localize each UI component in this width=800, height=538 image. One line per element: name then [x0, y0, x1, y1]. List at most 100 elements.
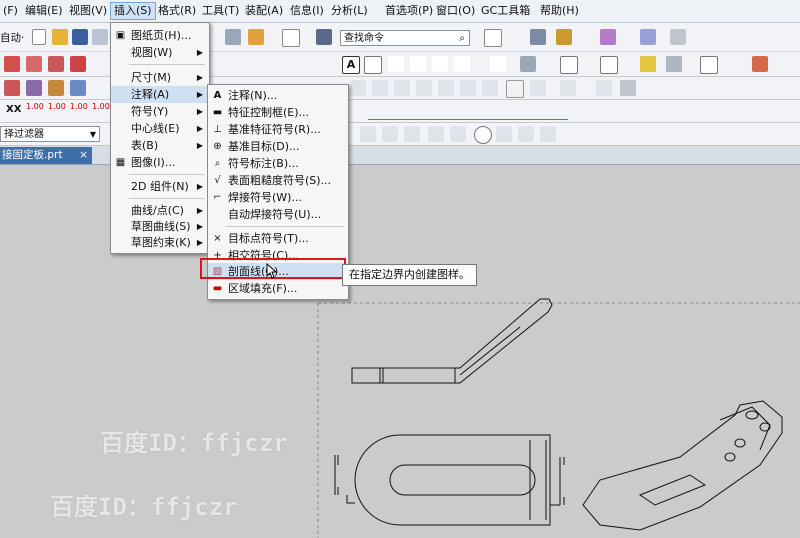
measure-icon[interactable] [670, 29, 686, 45]
menu-help[interactable]: 帮助(H) [537, 3, 582, 19]
snap-end-icon[interactable] [382, 126, 398, 142]
menu-analysis[interactable]: 分析(L) [328, 3, 371, 19]
menu-window[interactable]: 窗口(O) [433, 3, 478, 19]
dimension-style-icon[interactable]: XX [6, 104, 21, 115]
menu-item-sketch-constraint[interactable]: 草图约束(K) ▶ [111, 234, 209, 251]
arc-length-icon[interactable] [506, 80, 524, 98]
menu-item-drawing-sheet[interactable]: ▣ 图纸页(H)... [111, 27, 209, 44]
snap-quadrant-icon[interactable] [496, 126, 512, 142]
menu-view[interactable]: 视图(V) [66, 3, 110, 19]
menu-item-symbol[interactable]: 符号(Y) ▶ [111, 103, 209, 120]
snap-icon[interactable] [640, 29, 656, 45]
menu-item-surface-finish[interactable]: √ 表面粗糙度符号(S)... [208, 172, 348, 189]
menu-item-table[interactable]: 表(B) ▶ [111, 137, 209, 154]
menu-file[interactable]: (F) [0, 3, 21, 19]
section-view-icon[interactable] [600, 29, 616, 45]
dimension-icon[interactable] [350, 80, 366, 96]
linear-dimension-icon[interactable] [416, 80, 432, 96]
menu-item-curve-point[interactable]: 曲线/点(C) ▶ [111, 202, 209, 219]
tolerance-1[interactable]: 1.00 [26, 102, 44, 111]
menu-format[interactable]: 格式(R) [155, 3, 199, 19]
menu-item-auto-weld-symbol[interactable]: 自动焊接符号(U)... [208, 206, 348, 223]
snap-point-icon[interactable] [360, 126, 376, 142]
surface-finish-icon[interactable] [454, 56, 470, 72]
edit-settings-icon[interactable] [26, 80, 42, 96]
menu-item-2d-component[interactable]: 2D 组件(N) ▶ [111, 178, 209, 195]
baseline-icon[interactable] [596, 80, 612, 96]
snap-settings-icon[interactable] [540, 126, 556, 142]
menu-gc-toolbox[interactable]: GC工具箱 [478, 3, 533, 19]
perimeter-icon[interactable] [560, 80, 576, 96]
color-icon[interactable] [282, 29, 300, 47]
open-icon[interactable] [52, 29, 68, 45]
save-icon[interactable] [72, 29, 88, 45]
snap-existing-icon[interactable] [518, 126, 534, 142]
cut-icon[interactable] [92, 29, 108, 45]
selection-filter-dropdown[interactable]: 择过滤器 ▼ [0, 126, 100, 142]
datum-target-icon[interactable] [410, 56, 426, 72]
menu-item-balloon[interactable]: ⌕ 符号标注(B)... [208, 155, 348, 172]
menu-item-view[interactable]: 视图(W) ▶ [111, 44, 209, 61]
edit-style-icon[interactable] [4, 80, 20, 96]
area-fill-icon[interactable] [600, 56, 618, 74]
drawing-sheet-icon[interactable] [4, 56, 20, 72]
weld-symbol-icon[interactable] [490, 56, 506, 72]
balloon-icon[interactable] [432, 56, 448, 72]
curve-tools-strip[interactable] [368, 103, 568, 120]
menu-information[interactable]: 信息(I) [287, 3, 327, 19]
radial-dimension-icon[interactable] [438, 80, 454, 96]
ordinate-dimension-icon[interactable] [482, 80, 498, 96]
command-search-input[interactable]: 查找命令 ⌕ [340, 30, 470, 46]
settings-gear-icon[interactable] [752, 56, 768, 72]
layer-icon[interactable] [248, 29, 264, 45]
tolerance-2[interactable]: 1.00 [48, 102, 66, 111]
menu-tools[interactable]: 工具(T) [199, 3, 242, 19]
tolerance-4[interactable]: 1.00 [92, 102, 110, 111]
section-line-icon[interactable] [70, 56, 86, 72]
arrange-icon[interactable] [640, 56, 656, 72]
rapid-dimension-icon[interactable] [394, 80, 410, 96]
menu-item-datum-target[interactable]: ⊕ 基准目标(D)... [208, 138, 348, 155]
filter-tool-icon[interactable] [316, 29, 332, 45]
note-icon[interactable]: A [342, 56, 360, 74]
chain-icon[interactable] [620, 80, 636, 96]
snap-intersect-icon[interactable] [450, 126, 466, 142]
base-view-icon[interactable] [26, 56, 42, 72]
view-cube-icon[interactable] [530, 29, 546, 45]
crosshatch-icon[interactable] [560, 56, 578, 74]
snap-center-icon[interactable] [474, 126, 492, 144]
new-icon[interactable] [32, 29, 46, 45]
datum-feature-icon[interactable] [388, 56, 404, 72]
menu-item-weld-symbol[interactable]: ⌐ 焊接符号(W)... [208, 189, 348, 206]
snap-control-icon[interactable] [428, 126, 444, 142]
projected-view-icon[interactable] [48, 56, 64, 72]
menu-item-centerline[interactable]: 中心线(E) ▶ [111, 120, 209, 137]
auto-label[interactable]: 自动· [0, 30, 24, 45]
angular-dimension-icon[interactable] [460, 80, 476, 96]
render-icon[interactable] [556, 29, 572, 45]
menu-item-sketch-curve[interactable]: 草图曲线(S) ▶ [111, 218, 209, 235]
thickness-icon[interactable] [530, 80, 546, 96]
menu-item-note[interactable]: A 注释(N)... [208, 87, 348, 104]
chamfer-icon[interactable] [372, 80, 388, 96]
symbol-icon[interactable] [666, 56, 682, 72]
rectangle-icon[interactable] [700, 56, 718, 74]
redo-icon[interactable] [225, 29, 241, 45]
tolerance-3[interactable]: 1.00 [70, 102, 88, 111]
menu-preferences[interactable]: 首选项(P) [382, 3, 436, 19]
tab-part-file[interactable]: 接固定板.prt × [0, 147, 92, 164]
menu-assembly[interactable]: 装配(A) [242, 3, 286, 19]
hide-icon[interactable] [48, 80, 64, 96]
menu-item-annotation[interactable]: 注释(A) ▶ [111, 86, 209, 103]
menu-edit[interactable]: 编辑(E) [22, 3, 66, 19]
centerline-icon[interactable] [520, 56, 536, 72]
menu-item-area-fill[interactable]: ▬ 区域填充(F)... [208, 280, 348, 297]
fit-view-icon[interactable] [484, 29, 502, 47]
menu-insert[interactable]: 插入(S) [110, 2, 156, 20]
snap-mid-icon[interactable] [404, 126, 420, 142]
menu-item-feature-control-frame[interactable]: ▬ 特征控制框(E)... [208, 104, 348, 121]
menu-item-target-point[interactable]: × 目标点符号(T)... [208, 230, 348, 247]
close-icon[interactable]: × [79, 147, 88, 164]
show-icon[interactable] [70, 80, 86, 96]
menu-item-datum-feature[interactable]: ⊥ 基准特征符号(R)... [208, 121, 348, 138]
